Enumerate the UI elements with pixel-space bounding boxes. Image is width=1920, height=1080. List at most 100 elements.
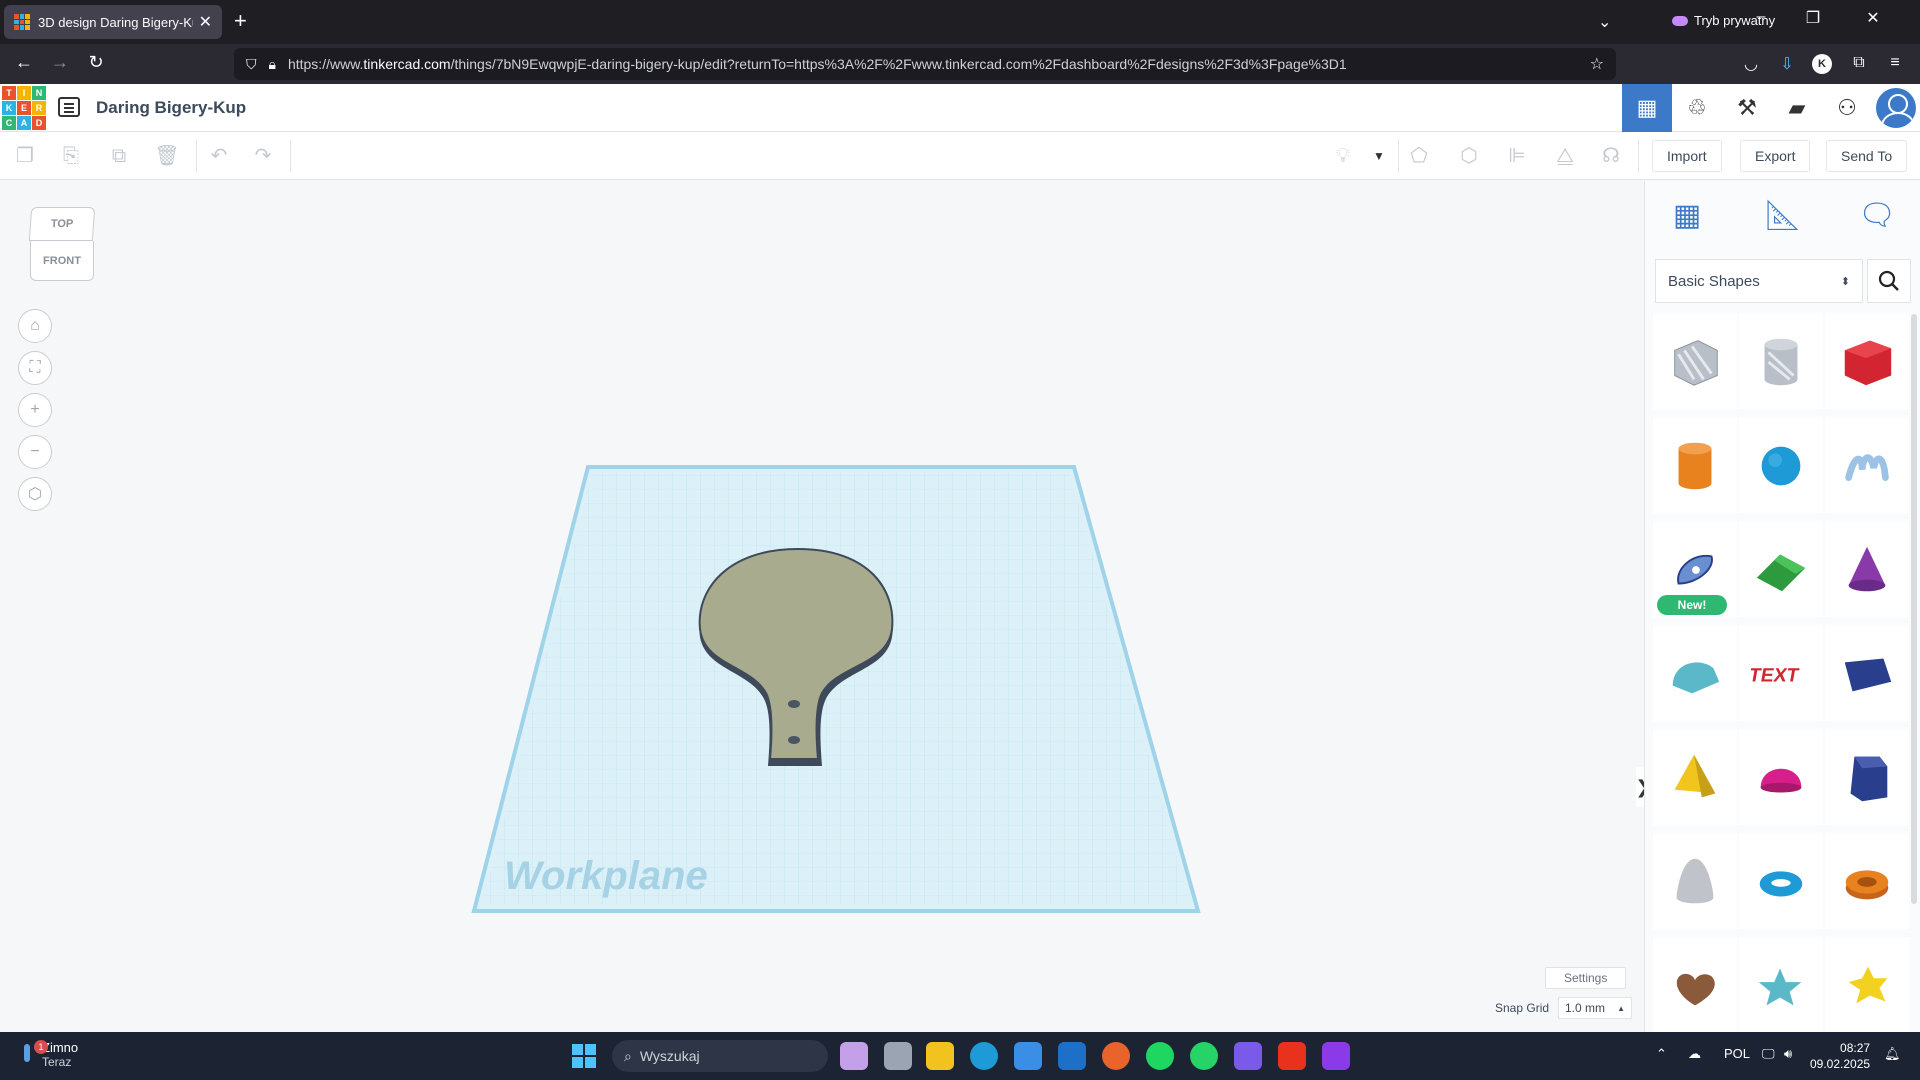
tray-chevron-icon[interactable]: ⌃ <box>1656 1046 1667 1062</box>
menu-icon[interactable]: ≡ <box>1884 54 1906 72</box>
forward-arrow-icon[interactable]: → <box>48 52 72 73</box>
file-explorer-icon[interactable] <box>926 1042 954 1070</box>
shape-library-select[interactable]: Basic Shapes ⬍ <box>1655 259 1863 303</box>
import-button[interactable]: Import <box>1652 140 1722 172</box>
redo-icon[interactable]: ↷ <box>250 144 276 168</box>
taskbar-search[interactable]: ⌕ Wyszukaj <box>612 1040 828 1072</box>
task-view-icon[interactable] <box>884 1042 912 1070</box>
new-tab-button[interactable]: + <box>234 10 247 32</box>
shape-tile-torus[interactable] <box>1739 833 1823 929</box>
cruise-icon[interactable]: ☊ <box>1598 144 1624 168</box>
weather-widget[interactable]: 1 Zimno Teraz <box>20 1039 78 1069</box>
shape-tile-box[interactable] <box>1825 313 1909 409</box>
url-bar[interactable]: ⛉ 🔒︎ https://www.tinkercad.com/things/7b… <box>234 48 1616 80</box>
snap-grid-select[interactable]: 1.0 mm ▲ <box>1558 997 1632 1019</box>
send-to-button[interactable]: Send To <box>1826 140 1908 172</box>
downloads-icon[interactable]: ⇩ <box>1776 54 1798 74</box>
network-icon[interactable]: 🖵︎ <box>1762 1046 1775 1062</box>
ungroup-icon[interactable]: ⬡ <box>1456 144 1482 168</box>
group-icon[interactable]: ⬠ <box>1406 144 1432 168</box>
view-cube[interactable]: TOP FRONT <box>28 207 96 283</box>
delete-icon[interactable]: 🗑︎ <box>154 144 180 168</box>
panel-scrollbar[interactable] <box>1911 314 1917 904</box>
notes-icon[interactable]: 🗨︎ <box>1855 193 1899 237</box>
shape-tile-polygon[interactable] <box>1825 729 1909 825</box>
workplane-grid-icon[interactable]: ▦ <box>1665 193 1709 237</box>
align-icon[interactable]: ⊫ <box>1504 144 1530 168</box>
view-cube-front[interactable]: FRONT <box>30 241 94 281</box>
shape-tile-shape-generator[interactable]: New! <box>1653 521 1737 617</box>
zoom-out-icon[interactable]: − <box>18 435 52 469</box>
back-arrow-icon[interactable]: ← <box>12 52 36 73</box>
view-cube-top[interactable]: TOP <box>28 207 96 241</box>
close-window-icon[interactable]: ✕ <box>1850 8 1896 28</box>
edge-icon[interactable] <box>970 1042 998 1070</box>
tab-close-icon[interactable]: ✕ <box>199 12 212 32</box>
shape-tile-roof[interactable] <box>1739 521 1823 617</box>
sim-lab-icon[interactable]: ▰ <box>1772 84 1822 132</box>
add-user-icon[interactable]: ⚇ <box>1822 84 1872 132</box>
3d-view-grid-icon[interactable]: ▦ <box>1622 84 1672 132</box>
design-title[interactable]: Daring Bigery-Kup <box>96 98 246 118</box>
bricks-icon[interactable]: ⚒ <box>1722 84 1772 132</box>
list-all-tabs-icon[interactable]: ⌄ <box>1598 12 1611 32</box>
shape-tile-star[interactable] <box>1739 937 1823 1033</box>
ruler-icon[interactable]: 📐︎ <box>1761 193 1805 237</box>
outlook-icon[interactable] <box>1058 1042 1086 1070</box>
shape-tile-tube[interactable] <box>1825 833 1909 929</box>
3d-canvas[interactable]: Workplane TOP FRONT ⌂ ⛶ + − ⬡ Settings S… <box>0 181 1651 1032</box>
workplane-scene[interactable]: Workplane <box>0 181 1644 1032</box>
spotify-icon[interactable] <box>1146 1042 1174 1070</box>
blocks-icon[interactable]: ♲ <box>1672 84 1722 132</box>
fit-view-icon[interactable]: ⛶ <box>18 351 52 385</box>
perspective-icon[interactable]: ⬡ <box>18 477 52 511</box>
cloud-icon[interactable]: ☁ <box>1688 1046 1701 1062</box>
paste-icon[interactable]: ⎘ <box>58 144 84 168</box>
duplicate-icon[interactable]: ⧉ <box>106 144 132 168</box>
light-dropdown-icon[interactable]: ▼ <box>1366 144 1392 168</box>
shape-tile-round-roof[interactable] <box>1653 625 1737 721</box>
shape-tile-half-sphere[interactable] <box>1739 729 1823 825</box>
extensions-icon[interactable]: ⧉ <box>1848 54 1870 72</box>
m365-icon[interactable] <box>1234 1042 1262 1070</box>
url-text[interactable]: https://www.tinkercad.com/things/7bN9Ewq… <box>288 56 1590 72</box>
copy-icon[interactable]: ❐ <box>12 144 38 168</box>
minimize-icon[interactable]: – <box>1738 8 1784 26</box>
browser-tab-active[interactable]: 3D design Daring Bigery-Kup - ✕ <box>4 5 222 39</box>
shape-tile-star-six[interactable] <box>1825 937 1909 1033</box>
export-button[interactable]: Export <box>1740 140 1811 172</box>
pocket-icon[interactable]: ◡ <box>1740 54 1762 74</box>
tracking-shield-icon[interactable]: ⛉ <box>246 56 257 73</box>
language-indicator[interactable]: POL <box>1724 1046 1750 1061</box>
shape-tile-paraboloid[interactable] <box>1653 833 1737 929</box>
shape-tile-cone[interactable] <box>1825 521 1909 617</box>
firefox-icon[interactable] <box>1102 1042 1130 1070</box>
whatsapp-icon[interactable] <box>1190 1042 1218 1070</box>
lock-icon[interactable]: 🔒︎ <box>269 56 276 73</box>
shape-search-button[interactable] <box>1867 259 1911 303</box>
reload-icon[interactable]: ↻ <box>84 52 108 73</box>
shape-tile-text[interactable]: TEXT <box>1739 625 1823 721</box>
shape-tile-box-hole[interactable] <box>1653 313 1737 409</box>
home-view-icon[interactable]: ⌂ <box>18 309 52 343</box>
restore-icon[interactable]: ❐ <box>1790 8 1836 28</box>
design-list-icon[interactable] <box>58 97 80 117</box>
clock[interactable]: 08:27 09.02.2025 <box>1810 1040 1870 1072</box>
zoom-in-icon[interactable]: + <box>18 393 52 427</box>
copilot-icon[interactable] <box>840 1042 868 1070</box>
store-icon[interactable] <box>1014 1042 1042 1070</box>
light-bulb-icon[interactable]: 💡︎ <box>1330 144 1356 168</box>
profile-avatar[interactable]: K <box>1812 54 1832 74</box>
shape-tile-scribble[interactable] <box>1825 417 1909 513</box>
firefox-private-icon[interactable] <box>1322 1042 1350 1070</box>
office-icon[interactable] <box>1278 1042 1306 1070</box>
windows-start-icon[interactable] <box>572 1044 596 1068</box>
undo-icon[interactable]: ↶ <box>206 144 232 168</box>
shape-tile-cylinder[interactable] <box>1653 417 1737 513</box>
shape-tile-pyramid[interactable] <box>1653 729 1737 825</box>
bookmark-star-icon[interactable]: ☆ <box>1590 54 1604 74</box>
shape-tile-cylinder-hole[interactable] <box>1739 313 1823 409</box>
shape-tile-heart[interactable] <box>1653 937 1737 1033</box>
tinkercad-logo[interactable]: T I N K E R C A D <box>2 86 46 130</box>
mirror-icon[interactable]: ⧋ <box>1552 144 1578 168</box>
